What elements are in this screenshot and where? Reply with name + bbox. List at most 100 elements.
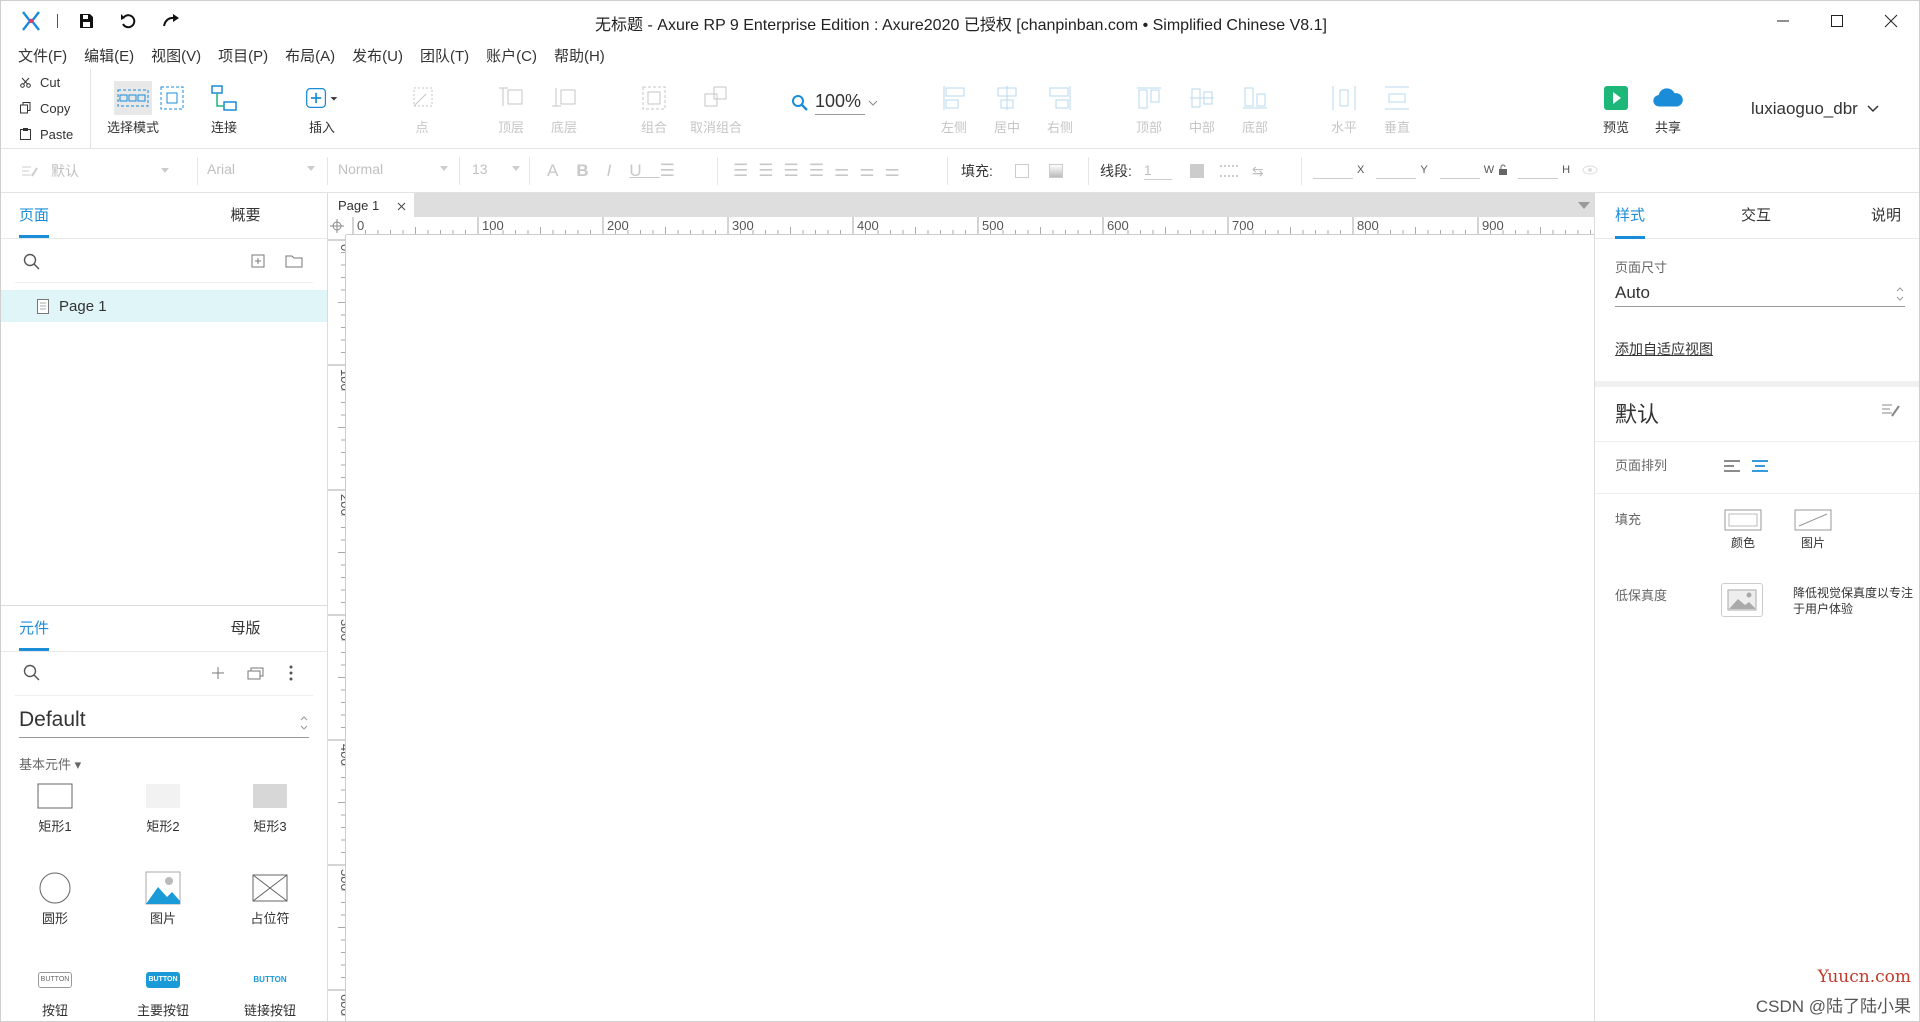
close-button[interactable] (1863, 1, 1919, 41)
align-text-right-icon[interactable]: ☰ (784, 161, 809, 181)
stroke-color-swatch[interactable] (1189, 164, 1204, 178)
font-color-icon[interactable]: A (547, 161, 576, 181)
connect-button[interactable]: 连接 (207, 81, 241, 136)
add-folder-icon[interactable] (285, 254, 303, 268)
y-field[interactable] (1376, 161, 1417, 179)
tab-interactions[interactable]: 交互 (1741, 193, 1771, 239)
fill-color-button[interactable]: 颜色 (1721, 509, 1765, 551)
align-bottom-button[interactable]: 底部 (1238, 81, 1272, 136)
align-text-left-icon[interactable]: ☰ (733, 161, 758, 181)
widget-category[interactable]: 基本元件 ▾ (19, 754, 81, 773)
tab-list-chevron-icon[interactable] (1578, 202, 1590, 210)
bold-icon[interactable]: B (576, 161, 606, 181)
stroke-width-field[interactable]: 1 (1143, 162, 1172, 180)
minimize-button[interactable] (1755, 1, 1811, 41)
menu-project[interactable]: 项目(P) (218, 45, 268, 66)
align-text-center-icon[interactable]: ☰ (758, 161, 783, 181)
tab-masters[interactable]: 母版 (164, 606, 327, 651)
undo-button[interactable] (115, 9, 141, 33)
search-icon[interactable] (23, 253, 41, 271)
tab-page-1[interactable]: Page 1 (328, 193, 414, 217)
close-tab-icon[interactable] (397, 202, 406, 211)
align-left-button[interactable]: 左侧 (937, 81, 971, 136)
fill-color-swatch[interactable] (1014, 164, 1029, 178)
group-button[interactable]: 组合 (637, 81, 671, 136)
library-pages-icon[interactable] (247, 666, 265, 680)
align-middle-button[interactable]: 中部 (1185, 81, 1219, 136)
widget-rectangle-1[interactable]: 矩形1 (15, 776, 95, 835)
add-library-icon[interactable] (211, 666, 225, 680)
distribute-vertical-button[interactable]: 垂直 (1380, 81, 1414, 136)
align-center-button[interactable]: 居中 (990, 81, 1024, 136)
font-family-dropdown[interactable]: Arial (207, 161, 315, 177)
add-page-icon[interactable] (251, 254, 265, 268)
menu-account[interactable]: 账户(C) (486, 45, 537, 66)
widget-placeholder[interactable]: 占位符 (230, 868, 310, 927)
tab-style[interactable]: 样式 (1615, 193, 1645, 239)
design-canvas[interactable] (346, 235, 1594, 1021)
style-dropdown[interactable]: 默认 (21, 161, 169, 181)
page-item[interactable]: Page 1 (1, 290, 327, 322)
widget-circle[interactable]: 圆形 (15, 868, 95, 927)
edit-style-icon[interactable] (1881, 401, 1901, 419)
send-to-back-button[interactable]: 底层 (547, 81, 581, 136)
page-size-select[interactable]: Auto (1615, 279, 1905, 307)
ungroup-button[interactable]: 取消组合 (690, 81, 742, 136)
x-field[interactable] (1313, 161, 1353, 179)
add-adaptive-view-link[interactable]: 添加自适应视图 (1615, 339, 1713, 359)
font-weight-dropdown[interactable]: Normal (338, 161, 448, 177)
w-field[interactable] (1439, 161, 1480, 179)
search-icon[interactable] (23, 664, 41, 682)
select-contained-button[interactable] (155, 81, 189, 115)
font-size-dropdown[interactable]: 13 (472, 161, 520, 177)
shadow-swatch[interactable] (1048, 164, 1063, 178)
menu-help[interactable]: 帮助(H) (554, 45, 605, 66)
text-align-buttons[interactable]: ☰ ☰ ☰ ☰ ⚌ ⚌ ⚌ (733, 161, 910, 181)
point-button[interactable]: 点 (405, 81, 439, 136)
paste-button[interactable]: Paste (1, 121, 90, 147)
menu-arrange[interactable]: 布局(A) (285, 45, 335, 66)
zoom-control[interactable]: 100% (791, 91, 879, 115)
menu-team[interactable]: 团队(T) (420, 45, 469, 66)
align-right-button[interactable]: 右侧 (1043, 81, 1077, 136)
copy-button[interactable]: Copy (1, 95, 90, 121)
menu-view[interactable]: 视图(V) (151, 45, 201, 66)
align-top-button[interactable]: 顶部 (1132, 81, 1166, 136)
share-button[interactable]: 共享 (1651, 81, 1685, 136)
widget-image[interactable]: 图片 (123, 868, 203, 927)
cut-button[interactable]: Cut (1, 69, 90, 95)
preview-button[interactable]: 预览 (1599, 81, 1633, 136)
redo-button[interactable] (159, 9, 185, 33)
text-style-buttons[interactable]: A B I U ☰ (547, 161, 693, 181)
menu-file[interactable]: 文件(F) (18, 45, 67, 66)
valign-top-icon[interactable]: ⚌ (834, 161, 859, 181)
more-options-icon[interactable] (289, 665, 293, 681)
widget-button[interactable]: BUTTON 按钮 (15, 960, 95, 1019)
fill-image-button[interactable]: 图片 (1791, 509, 1835, 551)
arrow-style-icon[interactable]: ⇆ (1252, 163, 1264, 180)
widget-rectangle-3[interactable]: 矩形3 (230, 776, 310, 835)
list-icon[interactable]: ☰ (660, 161, 693, 181)
tab-outline[interactable]: 概要 (164, 193, 327, 238)
eye-icon[interactable] (1582, 165, 1598, 175)
valign-bottom-icon[interactable]: ⚌ (885, 161, 910, 181)
menu-edit[interactable]: 编辑(E) (84, 45, 134, 66)
tab-notes[interactable]: 说明 (1871, 193, 1901, 239)
align-page-left-icon[interactable] (1723, 459, 1741, 473)
menu-publish[interactable]: 发布(U) (352, 45, 403, 66)
widget-link-button[interactable]: BUTTON 链接按钮 (230, 960, 310, 1019)
widget-rectangle-2[interactable]: 矩形2 (123, 776, 203, 835)
user-account-menu[interactable]: luxiaoguo_dbr (1751, 99, 1880, 119)
justify-icon[interactable]: ☰ (809, 161, 834, 181)
low-fidelity-toggle[interactable] (1721, 583, 1763, 617)
bring-to-front-button[interactable]: 顶层 (494, 81, 528, 136)
save-button[interactable] (73, 9, 99, 33)
select-mode-button[interactable]: 选择模式 (107, 81, 159, 136)
widget-primary-button[interactable]: BUTTON 主要按钮 (123, 960, 203, 1019)
underline-icon[interactable]: U (629, 161, 659, 181)
distribute-horizontal-button[interactable]: 水平 (1327, 81, 1361, 136)
align-page-center-icon[interactable] (1751, 459, 1769, 473)
valign-middle-icon[interactable]: ⚌ (859, 161, 884, 181)
stroke-pattern-icon[interactable] (1219, 165, 1238, 177)
insert-button[interactable]: 插入 (305, 81, 339, 136)
